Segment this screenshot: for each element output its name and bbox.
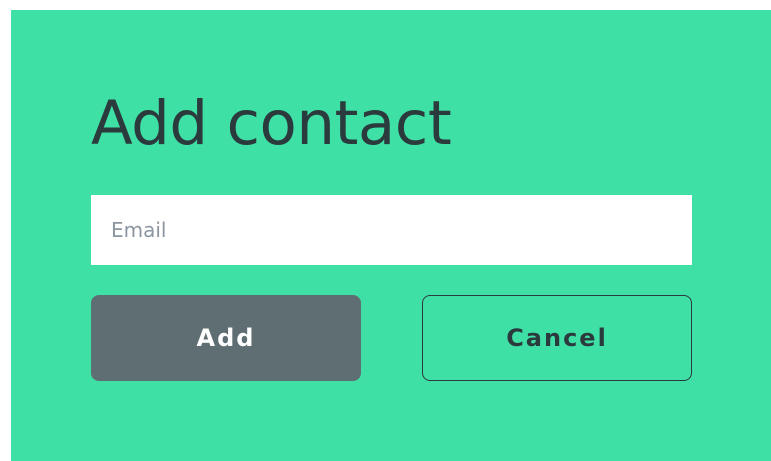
dialog-title: Add contact	[91, 88, 452, 159]
add-contact-dialog: Add contact Add Cancel	[11, 10, 771, 461]
cancel-button[interactable]: Cancel	[422, 295, 692, 381]
email-input[interactable]	[91, 195, 692, 265]
add-button[interactable]: Add	[91, 295, 361, 381]
